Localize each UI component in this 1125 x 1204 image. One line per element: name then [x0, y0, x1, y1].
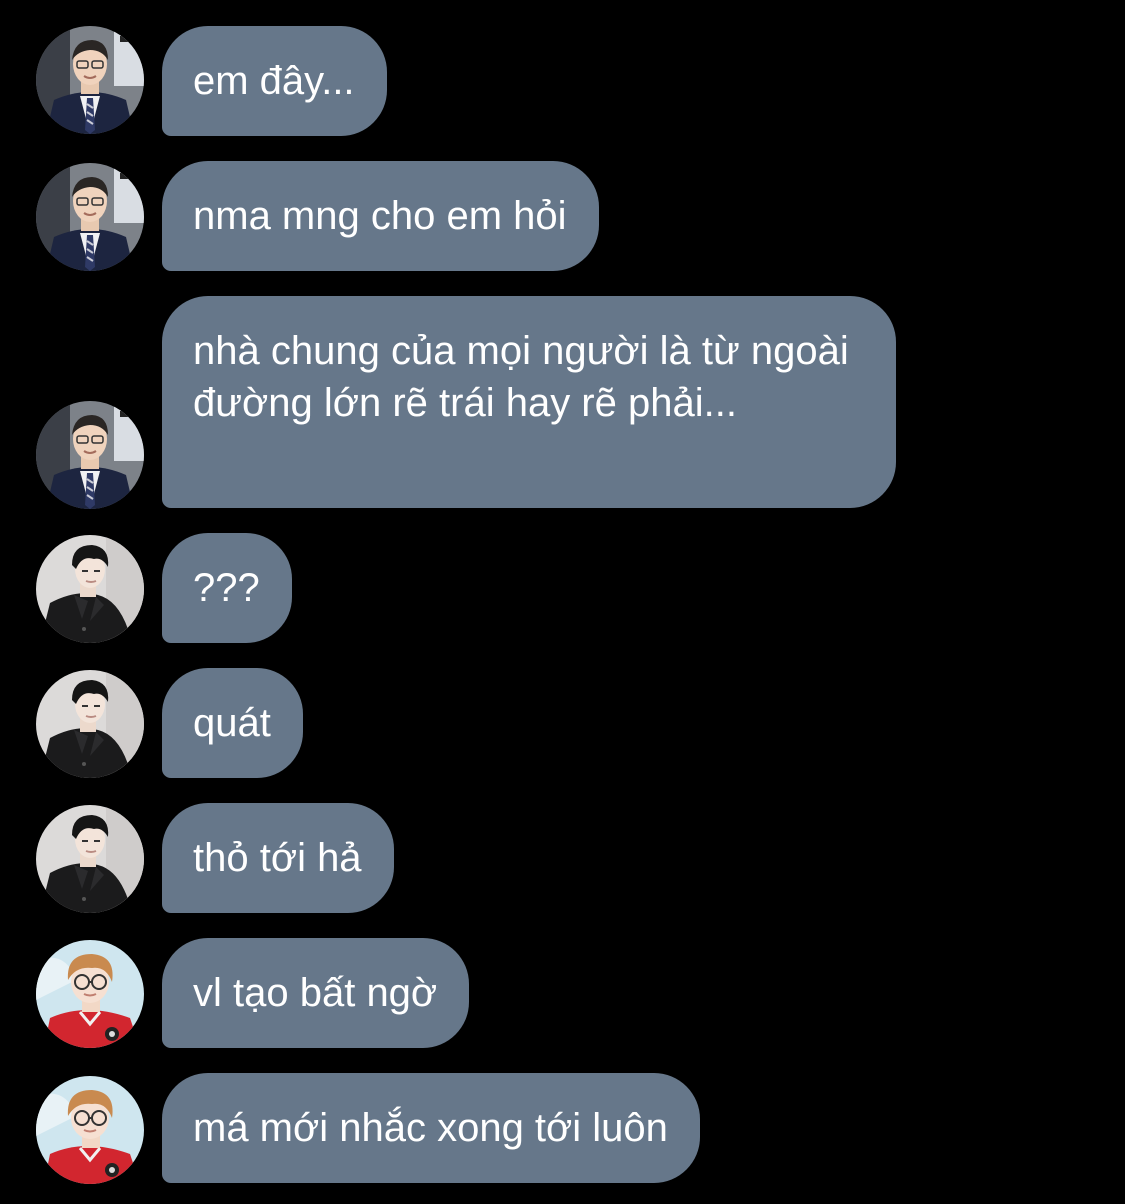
user-avatar-image: [36, 1076, 144, 1184]
user-avatar-image: [36, 805, 144, 913]
user-avatar-image: [36, 26, 144, 134]
avatar[interactable]: [36, 1076, 144, 1184]
user-avatar-image: [36, 940, 144, 1048]
avatar[interactable]: [36, 805, 144, 913]
user-avatar-image: [36, 670, 144, 778]
avatar[interactable]: [36, 940, 144, 1048]
avatar[interactable]: [36, 535, 144, 643]
user-avatar-image: [36, 401, 144, 509]
message-bubble[interactable]: quát: [162, 668, 303, 778]
message-bubble[interactable]: nhà chung của mọi người là từ ngoài đườn…: [162, 296, 896, 508]
avatar[interactable]: [36, 163, 144, 271]
avatar[interactable]: [36, 401, 144, 509]
chat-thread: em đây... nma mng cho em hỏi nhà chung c…: [0, 0, 1125, 1204]
user-avatar-image: [36, 535, 144, 643]
message-bubble[interactable]: nma mng cho em hỏi: [162, 161, 599, 271]
avatar[interactable]: [36, 670, 144, 778]
message-bubble[interactable]: thỏ tới hả: [162, 803, 394, 913]
avatar[interactable]: [36, 26, 144, 134]
message-bubble[interactable]: má mới nhắc xong tới luôn: [162, 1073, 700, 1183]
message-bubble[interactable]: vl tạo bất ngờ: [162, 938, 470, 1048]
message-bubble[interactable]: ???: [162, 533, 292, 643]
user-avatar-image: [36, 163, 144, 271]
message-bubble[interactable]: em đây...: [162, 26, 387, 136]
